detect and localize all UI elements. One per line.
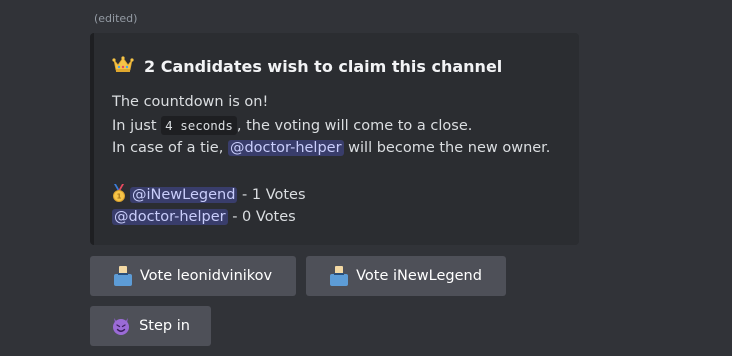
embed-title: 2 Candidates wish to claim this channel: [112, 55, 502, 77]
countdown-code: 4 seconds: [161, 116, 237, 135]
countdown-line: The countdown is on!: [112, 94, 269, 110]
deadline-line: In just 4 seconds, the voting will come …: [112, 114, 550, 137]
embed-description: The countdown is on! In just 4 seconds, …: [112, 91, 550, 229]
vote-leonidvinikov-button[interactable]: Vote leonidvinikov: [90, 256, 296, 296]
button-label: Step in: [139, 318, 190, 334]
ballot-box-icon: [113, 266, 132, 286]
smiling-devil-icon: [111, 316, 131, 336]
mention-doctor-helper[interactable]: @doctor-helper: [227, 140, 344, 156]
message-area: (edited) 2 Candidates wish to claim this…: [0, 0, 732, 356]
svg-text:1: 1: [117, 193, 122, 201]
tie-line: In case of a tie, @doctor-helper will be…: [112, 137, 550, 160]
tie-suffix: will become the new owner.: [343, 140, 551, 156]
vote-row: @doctor-helper - 0 Votes: [112, 206, 550, 229]
vote-row: 1 @iNewLegend - 1 Votes: [112, 183, 550, 206]
button-label: Vote leonidvinikov: [139, 268, 273, 284]
tie-prefix: In case of a tie,: [112, 140, 228, 156]
mention-doctor-helper[interactable]: @doctor-helper: [112, 209, 228, 225]
embed-title-text: 2 Candidates wish to claim this channel: [144, 56, 503, 76]
vote-count: - 1 Votes: [237, 187, 306, 203]
deadline-suffix: , the voting will come to a close.: [236, 118, 473, 134]
vote-inewlegend-button[interactable]: Vote iNewLegend: [306, 256, 506, 296]
embed-card: 2 Candidates wish to claim this channel …: [90, 33, 579, 245]
vote-count: - 0 Votes: [227, 209, 296, 225]
button-label: Vote iNewLegend: [356, 268, 482, 284]
crown-icon: [112, 55, 136, 77]
ballot-box-icon: [330, 266, 349, 286]
deadline-prefix: In just: [112, 118, 162, 134]
first-place-medal-icon: 1: [112, 183, 126, 206]
mention-inewlegend[interactable]: @iNewLegend: [130, 187, 238, 203]
edited-label: (edited): [94, 12, 138, 25]
step-in-button[interactable]: Step in: [90, 306, 211, 346]
